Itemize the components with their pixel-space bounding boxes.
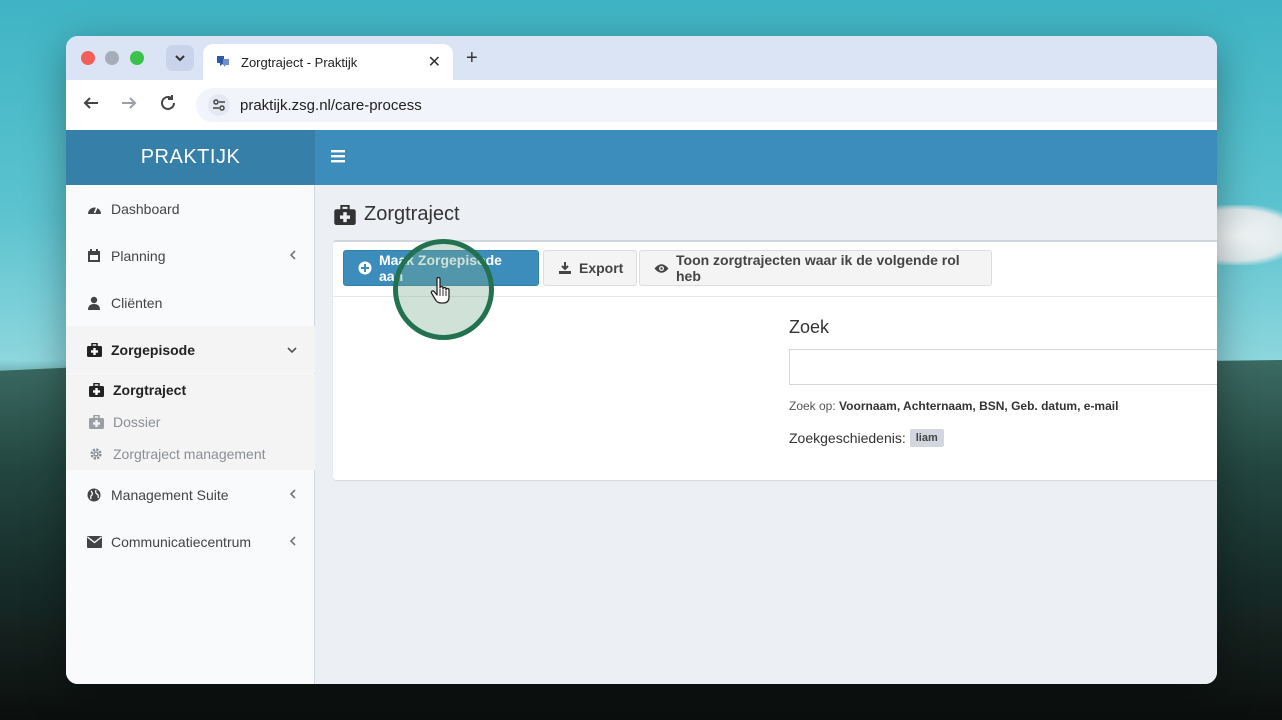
sidebar-item-label: Zorgepisode <box>111 341 196 358</box>
chevron-left-icon <box>289 249 297 263</box>
sidebar-item-label: Planning <box>111 247 166 264</box>
dashboard-icon <box>85 202 103 215</box>
sidebar-subitem-label: Dossier <box>113 414 161 430</box>
envelope-icon <box>85 535 103 548</box>
page-title-text: Zorgtraject <box>364 203 460 225</box>
url-bar[interactable]: praktijk.zsg.nl/care-process <box>196 88 1217 122</box>
sidebar-item-label: Dashboard <box>111 200 180 217</box>
search-help-fields: Voornaam, Achternaam, BSN, Geb. datum, e… <box>839 399 1119 413</box>
url-text: praktijk.zsg.nl/care-process <box>240 96 422 114</box>
sidebar-subitem-label: Zorgtraject management <box>113 446 266 462</box>
export-label: Export <box>579 260 624 276</box>
sidebar: Dashboard Planning Cliënten Zorgepisode … <box>66 185 315 684</box>
forward-arrow-icon[interactable] <box>120 94 138 112</box>
toon-zorgtrajecten-label: Toon zorgtrajecten waar ik de volgende r… <box>676 252 960 284</box>
tab-strip: Zorgtraject - Praktijk ✕ + <box>66 36 1217 80</box>
sidebar-item-label: Communicatiecentrum <box>111 533 252 550</box>
medkit-icon <box>87 415 105 429</box>
browser-tab[interactable]: Zorgtraject - Praktijk ✕ <box>203 44 453 80</box>
export-button[interactable]: Export <box>543 250 637 286</box>
toon-zorgtrajecten-rol-button[interactable]: Toon zorgtrajecten waar ik de volgende r… <box>639 250 992 286</box>
sidebar-subitem-zorgtraject[interactable]: Zorgtraject <box>66 374 315 406</box>
sidebar-item-label: Management Suite <box>111 486 229 503</box>
sidebar-item-dashboard[interactable]: Dashboard <box>66 185 315 232</box>
hand-cursor-icon <box>430 277 450 304</box>
sidebar-item-management-suite[interactable]: Management Suite <box>66 471 315 518</box>
minimize-window-button[interactable] <box>105 51 119 65</box>
sidebar-item-planning[interactable]: Planning <box>66 232 315 279</box>
close-window-button[interactable] <box>81 51 95 65</box>
close-tab-icon[interactable]: ✕ <box>428 52 441 72</box>
back-arrow-icon[interactable] <box>82 94 100 112</box>
sidebar-item-label: Cliënten <box>111 294 163 311</box>
maximize-window-button[interactable] <box>130 51 144 65</box>
medkit-icon <box>85 342 103 357</box>
sidebar-item-clienten[interactable]: Cliënten <box>66 279 315 326</box>
search-section: Zoek Zoek op: Voornaam, Achternaam, BSN,… <box>789 317 1217 447</box>
search-help-text: Zoek op: Voornaam, Achternaam, BSN, Geb.… <box>789 399 1118 413</box>
search-help-prefix: Zoek op: <box>789 399 836 413</box>
search-history-tag[interactable]: liam <box>909 429 944 447</box>
sidebar-item-zorgepisode[interactable]: Zorgepisode <box>66 326 315 373</box>
address-bar: praktijk.zsg.nl/care-process <box>66 80 1217 130</box>
chevron-down-icon <box>287 343 297 357</box>
page-title: Zorgtraject <box>334 203 460 226</box>
gear-icon <box>87 447 105 461</box>
app-container: PRAKTIJK Dashboard Planning Cliënten Zor… <box>66 130 1217 684</box>
brand-logo[interactable]: PRAKTIJK <box>66 130 315 185</box>
search-history: Zoekgeschiedenis: liam <box>789 429 944 447</box>
chevron-down-icon <box>175 55 185 62</box>
sidebar-subitem-dossier[interactable]: Dossier <box>66 406 315 438</box>
search-label: Zoek <box>789 317 830 337</box>
sidebar-item-communicatiecentrum[interactable]: Communicatiecentrum <box>66 518 315 565</box>
hamburger-menu-icon[interactable] <box>331 147 345 168</box>
search-input[interactable] <box>789 349 1217 385</box>
favicon-icon <box>217 56 229 67</box>
site-settings-icon[interactable] <box>208 94 230 116</box>
tab-search-button[interactable] <box>166 45 194 71</box>
tab-title: Zorgtraject - Praktijk <box>241 54 358 70</box>
new-tab-button[interactable]: + <box>466 47 478 70</box>
globe-icon <box>85 488 103 502</box>
search-history-label: Zoekgeschiedenis: <box>789 430 906 446</box>
chevron-left-icon <box>289 535 297 549</box>
eye-icon <box>654 263 669 274</box>
calendar-icon <box>85 248 103 263</box>
plus-circle-icon <box>358 261 372 275</box>
medkit-icon <box>334 204 356 225</box>
medkit-icon <box>87 383 105 397</box>
download-icon <box>558 261 572 275</box>
browser-window: Zorgtraject - Praktijk ✕ + praktijk.zsg.… <box>66 36 1217 684</box>
user-icon <box>85 296 103 310</box>
chevron-left-icon <box>289 488 297 502</box>
top-navbar: PRAKTIJK <box>66 130 1217 185</box>
reload-icon[interactable] <box>159 94 177 112</box>
sidebar-subitem-label: Zorgtraject <box>113 382 187 398</box>
sidebar-subitem-zorgtraject-management[interactable]: Zorgtraject management <box>66 438 315 470</box>
